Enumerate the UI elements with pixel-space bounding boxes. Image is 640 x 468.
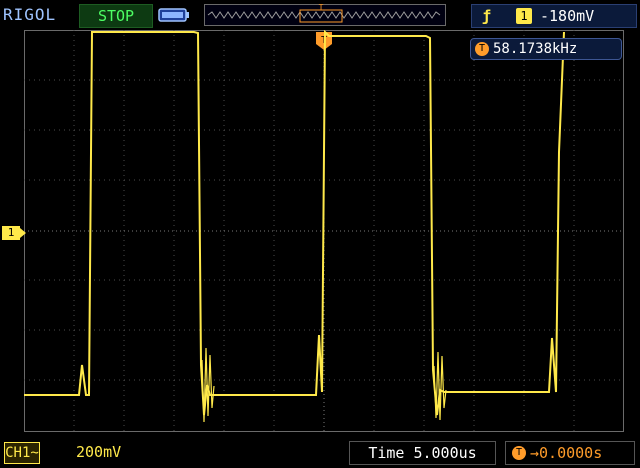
trigger-offset-display[interactable]: T →0.0000s — [505, 441, 635, 465]
trigger-level: -180mV — [540, 7, 595, 25]
trigger-offset-icon: T — [512, 446, 526, 460]
frequency-measurement: T 58.1738kHz — [470, 38, 622, 60]
frequency-value: 58.1738kHz — [493, 41, 578, 57]
timebase-display[interactable]: Time 5.000us — [349, 441, 496, 465]
run-stop-status[interactable]: STOP — [79, 4, 153, 28]
vertical-scale: 200mV — [76, 443, 122, 461]
bottom-status-bar: CH1~ 200mV Time 5.000us T →0.0000s — [0, 438, 640, 468]
rising-edge-icon: ƒ — [482, 7, 492, 25]
trigger-position-letter: T — [319, 4, 324, 12]
trigger-offset-value: →0.0000s — [530, 444, 603, 462]
brand-label: RIGOL — [3, 5, 57, 24]
ac-coupling-icon: ~ — [30, 445, 39, 461]
channel1-offset-marker[interactable]: 1 — [2, 226, 26, 240]
channel1-badge[interactable]: CH1~ — [4, 442, 40, 464]
memory-depth-icon — [158, 8, 189, 22]
waveform-display[interactable]: T — [24, 29, 624, 432]
trigger-settings[interactable]: ƒ 1 -180mV — [471, 4, 637, 28]
graticule: T — [24, 29, 624, 432]
measurement-icon: T — [475, 42, 489, 56]
trigger-channel: 1 — [516, 8, 532, 24]
waveform-memory-bar[interactable]: T — [204, 4, 446, 26]
top-status-bar: RIGOL STOP T ƒ 1 -180mV — [0, 0, 640, 30]
channel1-label: CH1 — [5, 445, 31, 461]
